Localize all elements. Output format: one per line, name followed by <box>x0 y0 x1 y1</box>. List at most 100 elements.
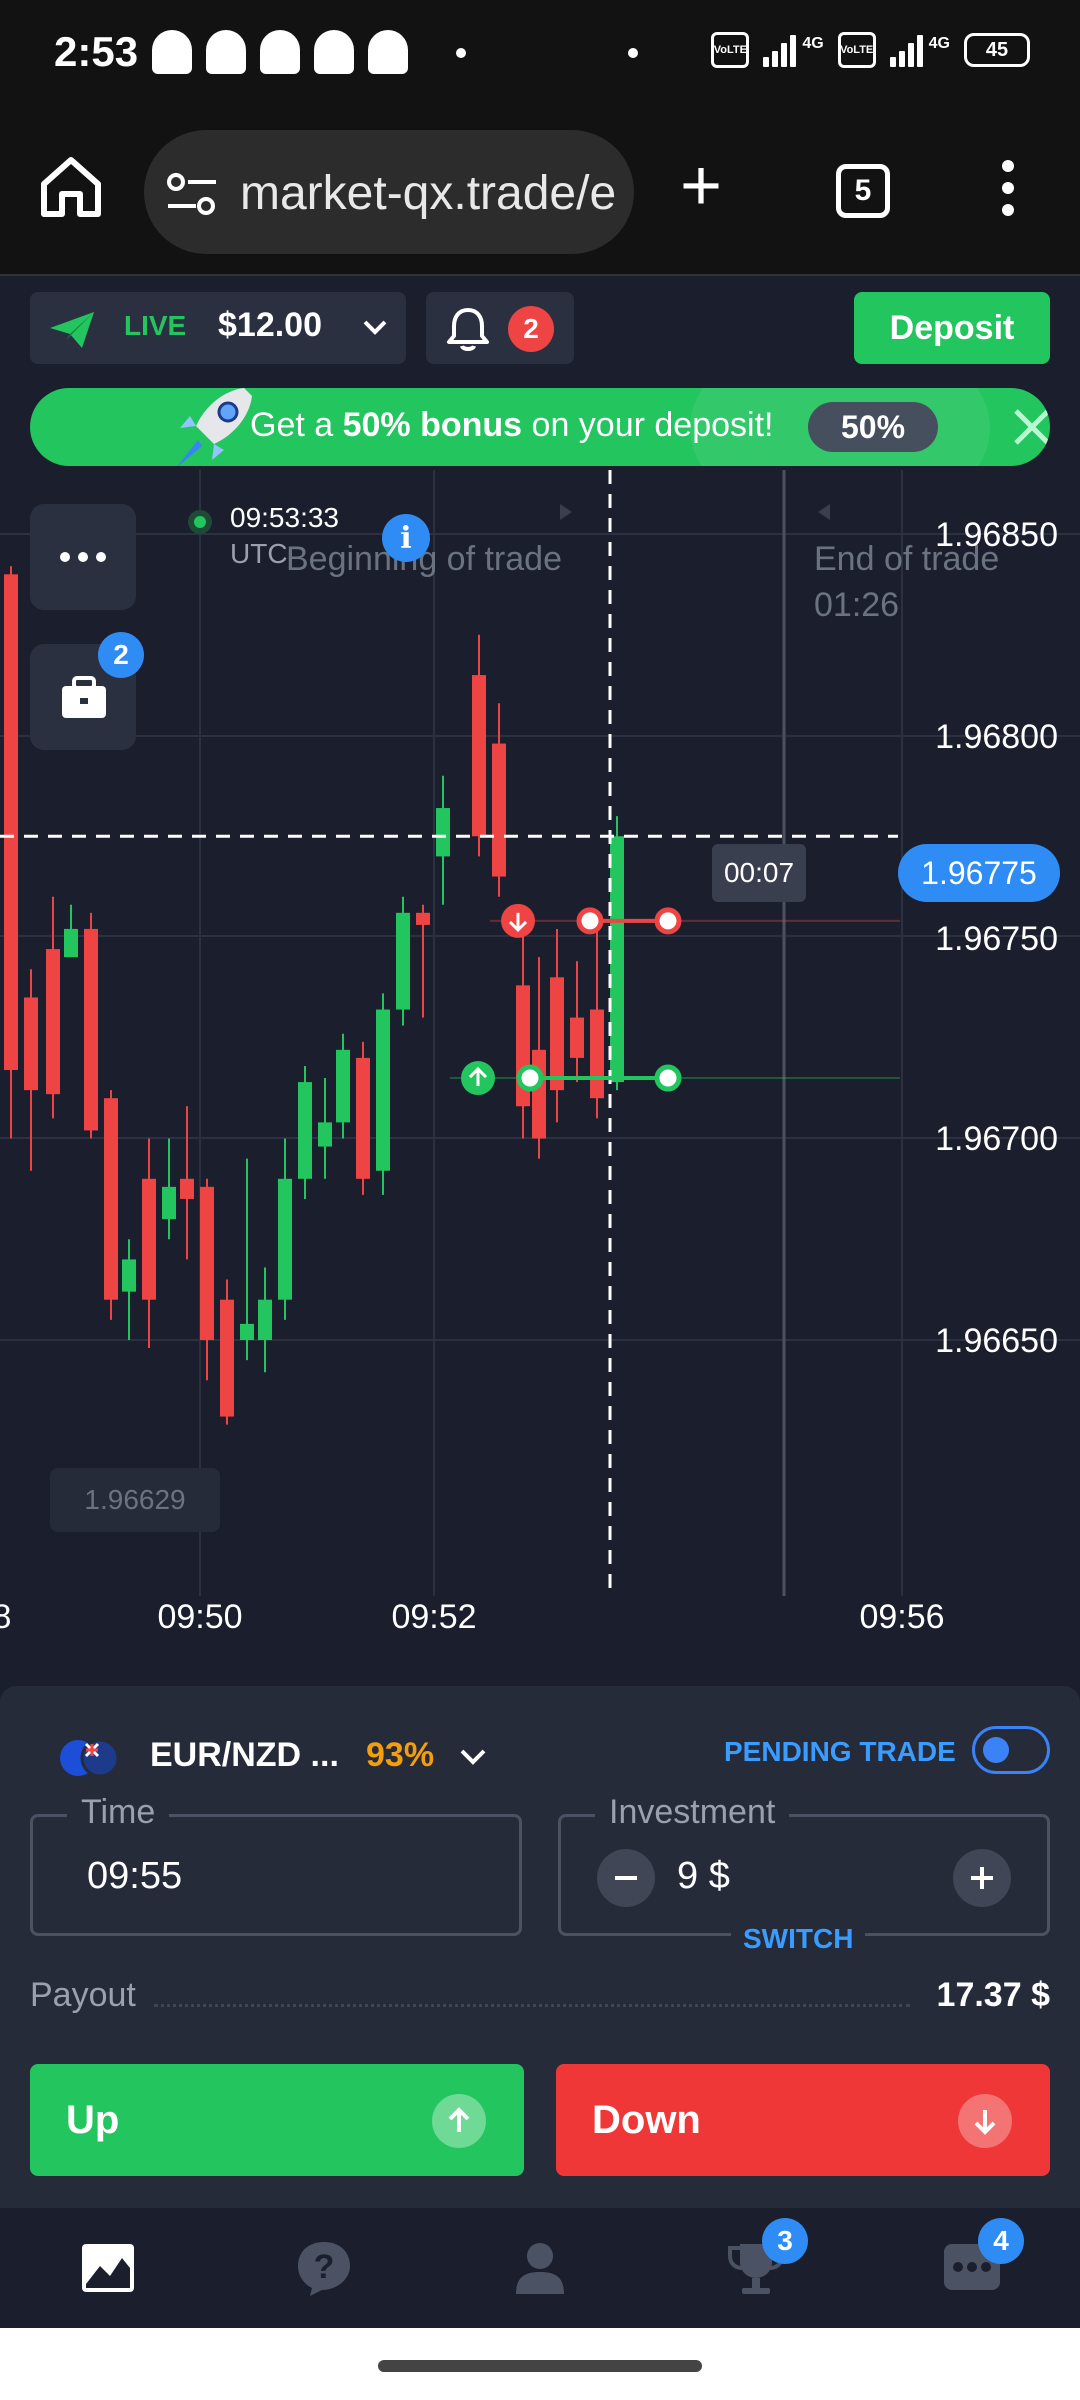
candle-body <box>610 836 624 1083</box>
trade-point <box>516 1064 544 1092</box>
snapchat-icon <box>152 30 192 74</box>
address-bar[interactable]: market-qx.trade/e <box>144 130 634 254</box>
arrow-up-icon <box>432 2094 486 2148</box>
account-type: LIVE <box>124 310 187 341</box>
candle-body <box>278 1178 292 1300</box>
switch-button[interactable]: SWITCH <box>731 1923 866 1955</box>
down-button[interactable]: Down <box>556 2064 1050 2176</box>
account-selector[interactable]: LIVE $12.00 <box>30 292 406 364</box>
dot-icon <box>456 48 466 58</box>
candle-body <box>298 1082 312 1179</box>
chart-clock: 09:53:33 <box>230 502 339 533</box>
tab-switcher-button[interactable]: 5 <box>836 164 890 218</box>
volte-icon: VoLTE <box>711 32 750 68</box>
chat-badge: 4 <box>978 2218 1024 2264</box>
candle-body <box>416 912 430 925</box>
price-tick: 1.96750 <box>935 920 1058 958</box>
pending-trade-toggle[interactable] <box>972 1726 1050 1774</box>
plus-icon <box>971 1867 993 1889</box>
status-bar: 2:53 VoLTE 4G VoLTE 4G 45 <box>0 0 1080 108</box>
trade-panel: EUR/NZD ... 93% PENDING TRADE Time 09:55… <box>0 1686 1080 2208</box>
paper-plane-icon <box>50 312 94 348</box>
network-type: 4G <box>928 35 950 52</box>
close-icon[interactable] <box>1010 405 1050 449</box>
time-tick: 09:50 <box>157 1598 243 1636</box>
price-tick: 1.96650 <box>935 1322 1058 1360</box>
new-tab-icon[interactable]: + <box>680 150 722 222</box>
chevron-down-icon[interactable] <box>456 1740 490 1774</box>
rocket-icon <box>177 388 252 466</box>
candle-body <box>104 1098 118 1300</box>
info-icon[interactable]: i <box>382 514 430 562</box>
notifications-button[interactable]: 2 <box>426 292 574 364</box>
candle-body <box>180 1178 194 1199</box>
trade-point <box>654 1064 682 1092</box>
price-tick: 1.96800 <box>935 718 1058 756</box>
candle-body <box>122 1259 136 1292</box>
candle-body <box>84 928 98 1131</box>
deposit-button[interactable]: Deposit <box>854 292 1050 364</box>
up-button[interactable]: Up <box>30 2064 524 2176</box>
increase-investment-button[interactable] <box>953 1849 1011 1907</box>
candle-body <box>200 1186 214 1340</box>
browser-menu-icon[interactable] <box>1000 160 1016 216</box>
snapchat-icon <box>314 30 354 74</box>
dot-icon <box>628 48 638 58</box>
price-chart[interactable]: 2 09:53:33 UTC Beginning of trade i End … <box>0 470 1080 1690</box>
bonus-badge: 50% <box>808 402 938 452</box>
snapchat-icon <box>260 30 300 74</box>
currency-flags-icon[interactable] <box>58 1738 120 1778</box>
signal-icon <box>763 33 797 67</box>
notification-badge: 2 <box>508 306 554 352</box>
time-field[interactable]: Time 09:55 <box>30 1793 522 1936</box>
bonus-text-suffix: on your deposit! <box>522 406 774 444</box>
gesture-handle[interactable] <box>378 2360 702 2372</box>
min-price-label: 1.96629 <box>50 1468 220 1532</box>
home-icon[interactable] <box>36 152 106 222</box>
network-type: 4G <box>802 35 824 52</box>
browser-toolbar: market-qx.trade/e + 5 <box>0 108 1080 276</box>
notification-icons <box>152 30 408 74</box>
chart-icon[interactable] <box>78 2238 138 2298</box>
decrease-investment-button[interactable] <box>597 1849 655 1907</box>
asset-name[interactable]: EUR/NZD ... <box>150 1736 339 1775</box>
open-trades-button[interactable]: 2 <box>30 632 144 750</box>
time-tick: 09:52 <box>391 1598 477 1636</box>
bonus-banner[interactable]: Get a 50% bonus on your deposit! 50% <box>30 388 1050 466</box>
signal-icon <box>889 33 923 67</box>
battery-level: 45 <box>985 38 1009 61</box>
payout-label: Payout <box>30 1976 136 2014</box>
bonus-text-bold: 50% bonus <box>342 406 523 444</box>
candle-body <box>318 1122 332 1147</box>
payout-divider <box>154 2004 910 2007</box>
play-icon <box>560 504 572 520</box>
payout-value: 17.37 $ <box>936 1976 1050 2014</box>
tab-count: 5 <box>854 174 872 207</box>
more-options-button[interactable] <box>30 504 136 610</box>
time-label: Time <box>67 1793 170 1832</box>
chat-button[interactable]: 4 <box>942 2218 1024 2298</box>
candle-body <box>336 1049 350 1123</box>
chart-timezone: UTC <box>230 538 288 569</box>
bonus-text-prefix: Get a <box>250 406 343 444</box>
open-trades-badge: 2 <box>98 632 144 678</box>
battery-icon: 45 <box>964 33 1030 67</box>
status-time: 2:53 <box>54 28 139 75</box>
candle-body <box>472 675 486 837</box>
price-tick: 1.96850 <box>935 516 1058 554</box>
profile-icon[interactable] <box>510 2238 570 2298</box>
bottom-navigation: ? 3 4 <box>0 2208 1080 2328</box>
status-right: VoLTE 4G VoLTE 4G 45 <box>711 32 1030 68</box>
pending-trade-label: PENDING TRADE <box>724 1736 956 1767</box>
end-of-trade-countdown: 01:26 <box>814 586 900 624</box>
investment-field[interactable]: Investment 9 $ SWITCH <box>558 1793 1050 1955</box>
current-price-badge: 1.96775 <box>898 844 1060 902</box>
system-gesture-area <box>0 2328 1080 2400</box>
price-tick: 1.96700 <box>935 1120 1058 1158</box>
site-settings-icon[interactable] <box>166 172 218 216</box>
candle-body <box>590 1009 604 1099</box>
help-icon[interactable]: ? <box>294 2238 354 2298</box>
down-button-label: Down <box>592 2098 701 2142</box>
url-text: market-qx.trade/e <box>240 167 617 220</box>
trophy-button[interactable]: 3 <box>726 2218 808 2298</box>
